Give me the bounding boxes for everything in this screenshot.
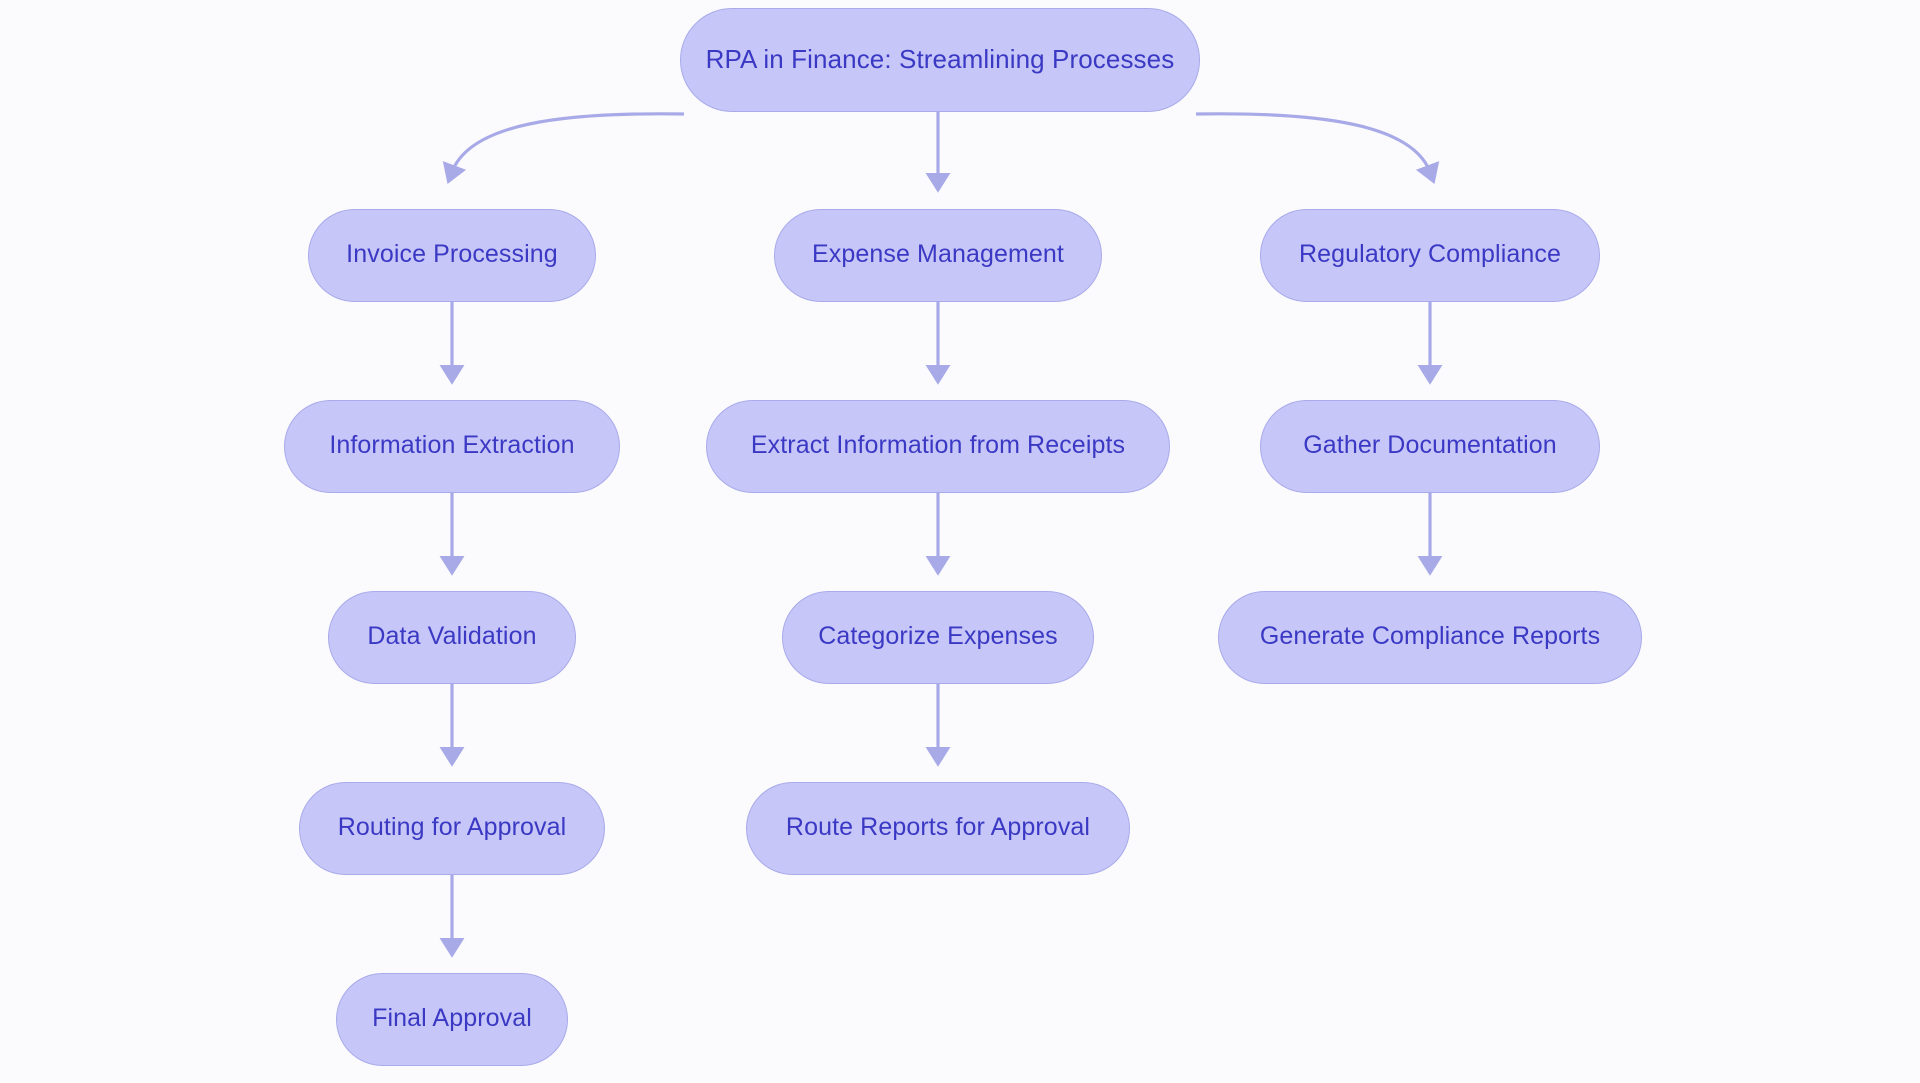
node-extract-information-from-receipts[interactable]: Extract Information from Receipts: [706, 400, 1170, 493]
node-root-label: RPA in Finance: Streamlining Processes: [705, 44, 1175, 74]
node-gather-documentation-label: Gather Documentation: [1303, 431, 1557, 459]
node-root[interactable]: RPA in Finance: Streamlining Processes: [680, 8, 1200, 112]
node-route-reports-for-approval[interactable]: Route Reports for Approval: [746, 782, 1130, 875]
flowchart-canvas: RPA in Finance: Streamlining Processes I…: [0, 0, 1920, 1083]
node-invoice-processing-label: Invoice Processing: [346, 240, 558, 268]
node-generate-compliance-reports[interactable]: Generate Compliance Reports: [1218, 591, 1642, 684]
node-regulatory-compliance[interactable]: Regulatory Compliance: [1260, 209, 1600, 302]
node-categorize-expenses-label: Categorize Expenses: [818, 622, 1058, 650]
node-expense-management[interactable]: Expense Management: [774, 209, 1102, 302]
node-regulatory-compliance-label: Regulatory Compliance: [1299, 240, 1561, 268]
node-extract-information-from-receipts-label: Extract Information from Receipts: [750, 431, 1126, 459]
node-route-reports-for-approval-label: Route Reports for Approval: [785, 813, 1091, 841]
node-information-extraction-label: Information Extraction: [329, 431, 575, 459]
node-information-extraction[interactable]: Information Extraction: [284, 400, 620, 493]
node-layer: RPA in Finance: Streamlining Processes I…: [0, 0, 1920, 1083]
node-data-validation-label: Data Validation: [367, 622, 537, 650]
node-expense-management-label: Expense Management: [812, 240, 1064, 268]
node-routing-for-approval[interactable]: Routing for Approval: [299, 782, 605, 875]
node-invoice-processing[interactable]: Invoice Processing: [308, 209, 596, 302]
node-generate-compliance-reports-label: Generate Compliance Reports: [1259, 622, 1601, 650]
node-gather-documentation[interactable]: Gather Documentation: [1260, 400, 1600, 493]
node-final-approval-label: Final Approval: [372, 1004, 532, 1032]
node-final-approval[interactable]: Final Approval: [336, 973, 568, 1066]
node-routing-for-approval-label: Routing for Approval: [337, 813, 567, 841]
node-data-validation[interactable]: Data Validation: [328, 591, 576, 684]
node-categorize-expenses[interactable]: Categorize Expenses: [782, 591, 1094, 684]
